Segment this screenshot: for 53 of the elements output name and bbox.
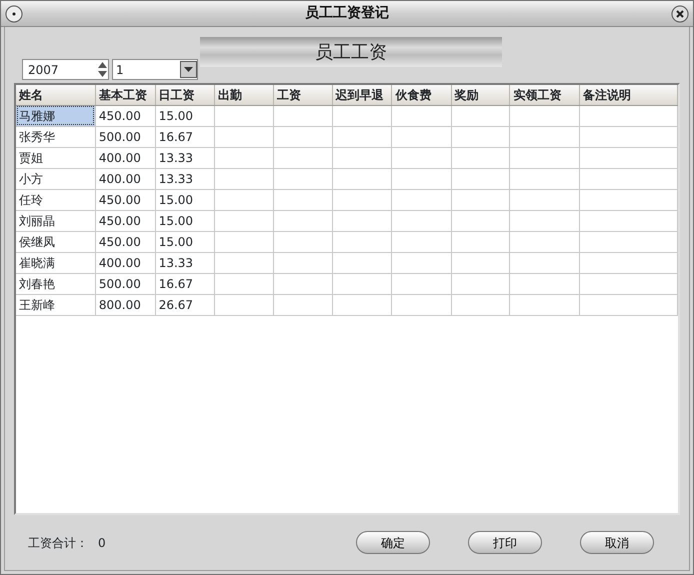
table-cell: 500.00 — [95, 126, 156, 147]
table-cell: 16.67 — [155, 273, 214, 294]
table-cell: 15.00 — [155, 105, 214, 126]
column-header[interactable]: 姓名 — [16, 85, 96, 105]
column-header[interactable]: 迟到早退 — [332, 85, 392, 105]
action-button[interactable]: 打印 — [468, 531, 542, 554]
table-cell: 13.33 — [155, 168, 214, 189]
action-button[interactable]: 确定 — [356, 531, 430, 554]
table-cell[interactable]: 张秀华 — [16, 126, 96, 147]
column-header[interactable]: 伙食费 — [392, 85, 452, 105]
spinner-arrows-icon[interactable] — [97, 60, 108, 79]
close-icon[interactable] — [671, 4, 689, 22]
total-label: 工资合计： — [28, 534, 88, 552]
table-cell[interactable]: 小方 — [16, 168, 96, 189]
table-cell[interactable]: 崔晓满 — [16, 252, 96, 273]
table-cell: 15.00 — [155, 189, 214, 210]
column-header[interactable]: 日工资 — [155, 85, 214, 105]
column-header[interactable]: 工资 — [273, 85, 332, 105]
table-cell: 16.67 — [155, 126, 214, 147]
table-cell[interactable]: 侯继凤 — [16, 231, 96, 252]
table-cell[interactable]: 王新峰 — [16, 294, 96, 315]
table-cell: 450.00 — [95, 189, 156, 210]
table-cell: 500.00 — [95, 273, 156, 294]
table-cell: 13.33 — [155, 147, 214, 168]
table-cell: 15.00 — [155, 210, 214, 231]
column-header[interactable]: 实领工资 — [510, 85, 580, 105]
table-cell[interactable]: 贾姐 — [16, 147, 96, 168]
table-cell: 400.00 — [95, 147, 156, 168]
table-cell: 26.67 — [155, 294, 214, 315]
banner-title: 员工工资 — [200, 37, 502, 67]
table-cell: 800.00 — [95, 294, 156, 315]
table-cell: 15.00 — [155, 231, 214, 252]
table-cell[interactable]: 刘丽晶 — [16, 210, 96, 231]
table-cell: 450.00 — [95, 210, 156, 231]
table-cell: 400.00 — [95, 252, 156, 273]
dropdown-icon[interactable] — [180, 61, 197, 78]
month-select[interactable]: 1 — [112, 59, 198, 80]
total-value: 0 — [98, 534, 106, 552]
table-cell[interactable]: 任玲 — [16, 189, 96, 210]
action-button[interactable]: 取消 — [580, 531, 654, 554]
table-cell[interactable]: 马雅娜 — [16, 105, 96, 126]
column-header[interactable]: 奖励 — [451, 85, 510, 105]
window-title: 员工工资登记 — [305, 4, 389, 23]
year-spinner[interactable]: 2007 — [22, 59, 109, 80]
column-header[interactable]: 出勤 — [214, 85, 274, 105]
column-header[interactable]: 基本工资 — [95, 85, 156, 105]
table-cell[interactable]: 刘春艳 — [16, 273, 96, 294]
table-cell: 450.00 — [95, 105, 156, 126]
table-cell: 450.00 — [95, 231, 156, 252]
column-header[interactable]: 备注说明 — [579, 85, 678, 105]
menu-icon[interactable] — [5, 4, 23, 22]
table-cell: 400.00 — [95, 168, 156, 189]
table-cell: 13.33 — [155, 252, 214, 273]
